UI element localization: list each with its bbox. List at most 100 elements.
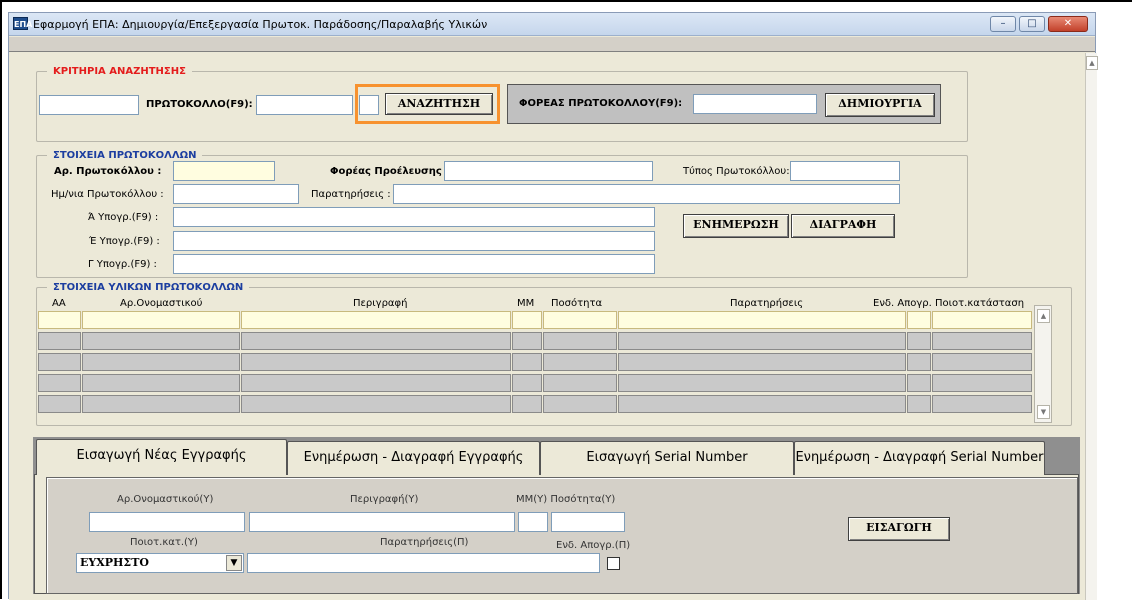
table-cell[interactable] bbox=[543, 332, 617, 350]
table-cell[interactable] bbox=[932, 353, 1032, 371]
title-bar[interactable]: ΕΠΑ Εφαρμογή ΕΠΑ: Δημιουργία/Επεξεργασία… bbox=[9, 13, 1095, 36]
protocol-search-input[interactable] bbox=[256, 95, 353, 115]
table-cell[interactable] bbox=[82, 332, 240, 350]
table-cell[interactable] bbox=[907, 374, 931, 392]
table-cell[interactable] bbox=[241, 332, 511, 350]
column-header-paratiriseis: Παρατηρήσεις bbox=[730, 298, 804, 309]
table-cell[interactable] bbox=[241, 353, 511, 371]
column-header-poiot: Ποιοτ.κατάσταση bbox=[935, 298, 1025, 309]
table-cell[interactable] bbox=[618, 395, 906, 413]
table-cell[interactable] bbox=[932, 374, 1032, 392]
table-cell[interactable] bbox=[512, 311, 542, 329]
protocol-number-label: Αρ. Πρωτοκόλλου : bbox=[54, 166, 162, 177]
table-cell[interactable] bbox=[38, 374, 81, 392]
table-cell[interactable] bbox=[241, 395, 511, 413]
grid-scroll-down-icon[interactable]: ▼ bbox=[1037, 405, 1050, 419]
table-cell[interactable] bbox=[618, 374, 906, 392]
table-cell[interactable] bbox=[543, 395, 617, 413]
table-cell[interactable] bbox=[82, 374, 240, 392]
entry-qty-input[interactable] bbox=[551, 512, 625, 532]
maximize-button[interactable]: □ bbox=[1019, 16, 1045, 32]
table-cell[interactable] bbox=[82, 353, 240, 371]
menu-bar bbox=[9, 37, 1095, 52]
foreas-origin-label: Φορέας Προέλευσης : bbox=[330, 166, 450, 177]
chevron-down-icon[interactable]: ▼ bbox=[226, 555, 242, 571]
insert-button[interactable]: ΕΙΣΑΓΩΓΗ bbox=[848, 517, 950, 541]
protocol-date-label: Ημ/νια Πρωτοκόλλου : bbox=[51, 189, 164, 200]
search-prefix-input[interactable] bbox=[39, 95, 139, 115]
table-cell[interactable] bbox=[907, 353, 931, 371]
table-cell[interactable] bbox=[543, 311, 617, 329]
grid-scrollbar[interactable]: ▲ ▼ bbox=[1034, 305, 1052, 423]
entry-notes-input[interactable] bbox=[247, 553, 600, 573]
entry-perigrafi-input[interactable] bbox=[249, 512, 515, 532]
entry-perigrafi-label: Περιγραφή(Υ) bbox=[350, 494, 419, 505]
table-cell[interactable] bbox=[38, 332, 81, 350]
column-header-posotita: Ποσότητα bbox=[551, 298, 603, 309]
column-header-mm: ΜΜ bbox=[517, 298, 535, 309]
table-cell[interactable] bbox=[512, 374, 542, 392]
vertical-scrollbar[interactable]: ▲ bbox=[1085, 53, 1098, 600]
column-header-aa: ΑΑ bbox=[52, 298, 66, 309]
column-header-perigrafi: Περιγραφή bbox=[353, 298, 408, 309]
entry-end-checkbox[interactable] bbox=[607, 557, 620, 570]
table-cell[interactable] bbox=[241, 374, 511, 392]
protocol-number-input[interactable] bbox=[173, 161, 275, 181]
signature-b-input[interactable] bbox=[173, 231, 655, 251]
table-cell[interactable] bbox=[82, 395, 240, 413]
protocol-search-label: ΠΡΩΤΟΚΟΛΛΟ(F9): bbox=[146, 99, 253, 110]
table-cell[interactable] bbox=[82, 311, 240, 329]
signature-a-input[interactable] bbox=[173, 207, 655, 227]
table-cell[interactable] bbox=[618, 311, 906, 329]
table-cell[interactable] bbox=[512, 353, 542, 371]
table-cell[interactable] bbox=[907, 395, 931, 413]
table-cell[interactable] bbox=[618, 353, 906, 371]
protocol-notes-label: Παρατηρήσεις : bbox=[311, 189, 391, 200]
signature-b-label: Έ Υπογρ.(F9) : bbox=[89, 236, 160, 247]
table-cell[interactable] bbox=[38, 395, 81, 413]
entry-mm-input[interactable] bbox=[518, 512, 548, 532]
tab-new-entry[interactable]: Εισαγωγή Νέας Εγγραφής bbox=[36, 439, 287, 475]
close-button[interactable]: ✕ bbox=[1048, 16, 1088, 32]
foreas-search-label: ΦΟΡΕΑΣ ΠΡΩΤΟΚΟΛΛΟΥ(F9): bbox=[519, 98, 683, 109]
entry-poiot-label: Ποιοτ.κατ.(Υ) bbox=[130, 537, 198, 548]
window-title: Εφαρμογή ΕΠΑ: Δημιουργία/Επεξεργασία Πρω… bbox=[33, 18, 488, 31]
table-cell[interactable] bbox=[38, 311, 81, 329]
foreas-origin-input[interactable] bbox=[444, 161, 653, 181]
tab-update-delete-serial[interactable]: Ενημέρωση - Διαγραφή Serial Number bbox=[794, 441, 1045, 475]
table-cell[interactable] bbox=[543, 374, 617, 392]
table-cell[interactable] bbox=[932, 395, 1032, 413]
update-button[interactable]: ΕΝΗΜΕΡΩΣΗ bbox=[683, 214, 789, 238]
scroll-up-arrow-icon[interactable]: ▲ bbox=[1086, 56, 1098, 70]
entry-onomastikou-input[interactable] bbox=[89, 512, 245, 532]
table-cell[interactable] bbox=[241, 311, 511, 329]
materials-legend: ΣΤΟΙΧΕΙΑ ΥΛΙΚΩΝ ΠΡΩΤΟΚΟΛΛΩΝ bbox=[53, 282, 244, 293]
table-cell[interactable] bbox=[932, 311, 1032, 329]
entry-poiot-select[interactable]: ΕΥΧΡΗΣΤΟ ▼ bbox=[76, 553, 244, 573]
table-cell[interactable] bbox=[38, 353, 81, 371]
protocol-details-legend: ΣΤΟΙΧΕΙΑ ΠΡΩΤΟΚΟΛΛΩΝ bbox=[53, 150, 197, 161]
table-cell[interactable] bbox=[512, 332, 542, 350]
table-cell[interactable] bbox=[543, 353, 617, 371]
grid-scroll-up-icon[interactable]: ▲ bbox=[1037, 309, 1050, 323]
protocol-notes-input[interactable] bbox=[393, 184, 900, 204]
table-cell[interactable] bbox=[907, 311, 931, 329]
delete-button[interactable]: ΔΙΑΓΡΑΦΗ bbox=[791, 214, 895, 238]
table-cell[interactable] bbox=[512, 395, 542, 413]
entry-poiot-value: ΕΥΧΡΗΣΤΟ bbox=[80, 556, 149, 569]
protocol-type-input[interactable] bbox=[790, 161, 900, 181]
foreas-search-input[interactable] bbox=[693, 94, 817, 114]
app-icon: ΕΠΑ bbox=[13, 17, 32, 30]
create-button[interactable]: ΔΗΜΙΟΥΡΓΙΑ bbox=[825, 93, 935, 117]
tab-serial-number[interactable]: Εισαγωγή Serial Number bbox=[540, 441, 794, 475]
minimize-button[interactable]: – bbox=[990, 16, 1016, 32]
entry-notes-label: Παρατηρήσεις(Π) bbox=[380, 537, 469, 548]
table-cell[interactable] bbox=[618, 332, 906, 350]
signature-a-label: Ά Υπογρ.(F9) : bbox=[88, 212, 159, 223]
table-cell[interactable] bbox=[907, 332, 931, 350]
table-cell[interactable] bbox=[932, 332, 1032, 350]
tab-update-delete-entry[interactable]: Ενημέρωση - Διαγραφή Εγγραφής bbox=[287, 441, 540, 475]
column-header-onomastikou: Αρ.Ονομαστικού bbox=[120, 298, 203, 309]
signature-c-input[interactable] bbox=[173, 254, 655, 274]
protocol-date-input[interactable] bbox=[173, 184, 299, 204]
